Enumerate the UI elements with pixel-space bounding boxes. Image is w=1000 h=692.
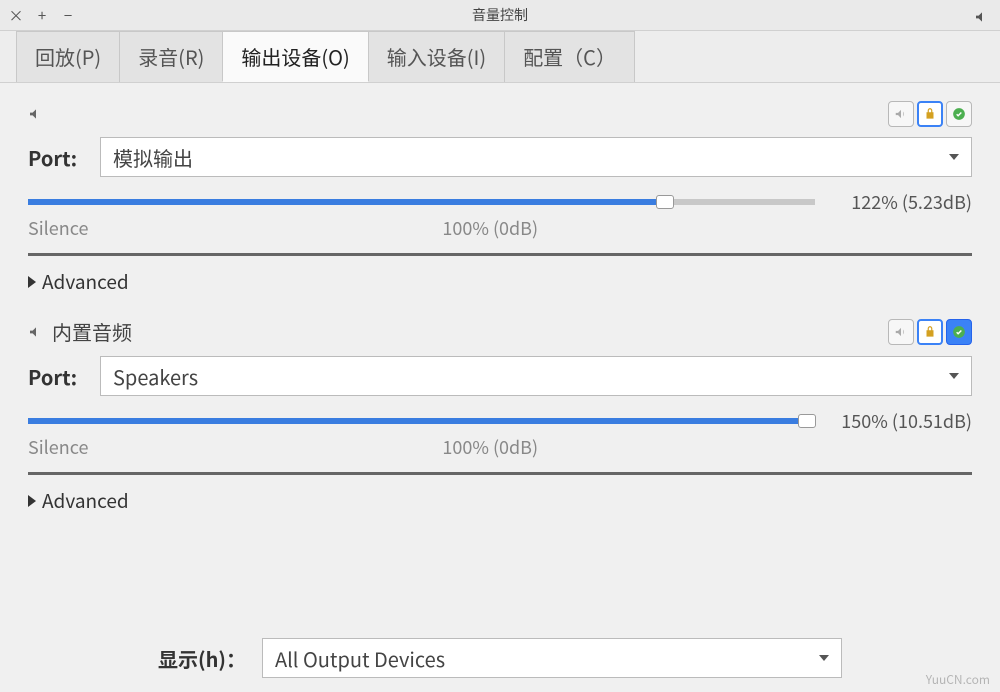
advanced-toggle[interactable]: Advanced <box>28 266 972 297</box>
volume-value-label: 122% (5.23dB) <box>827 189 972 215</box>
tab-configuration[interactable]: 配置（C） <box>504 31 635 82</box>
watermark: YuuCN.com <box>926 671 990 688</box>
divider <box>28 253 972 256</box>
device-title <box>28 106 52 122</box>
speaker-icon <box>28 106 44 122</box>
tab-bar: 回放(P) 录音(R) 输出设备(O) 输入设备(I) 配置（C） <box>0 30 1000 83</box>
scale-100-label: 100% (0dB) <box>442 215 538 241</box>
tab-output-devices[interactable]: 输出设备(O) <box>222 31 368 82</box>
port-select[interactable]: 模拟输出 <box>100 137 972 177</box>
window-title: 音量控制 <box>472 5 528 25</box>
port-select[interactable]: Speakers <box>100 356 972 396</box>
window-maximize-button[interactable]: + <box>34 7 50 23</box>
lock-channels-button[interactable] <box>917 101 943 127</box>
advanced-toggle[interactable]: Advanced <box>28 485 972 516</box>
port-label: Port: <box>28 362 88 391</box>
divider <box>28 472 972 475</box>
volume-value-label: 150% (10.51dB) <box>827 408 972 434</box>
port-value: Speakers <box>113 362 198 391</box>
chevron-down-icon <box>949 154 959 160</box>
chevron-down-icon <box>949 373 959 379</box>
slider-thumb[interactable] <box>798 414 816 428</box>
check-circle-icon <box>952 325 966 339</box>
set-default-button[interactable] <box>946 101 972 127</box>
device-name-label: 内置音频 <box>52 317 132 346</box>
expand-icon <box>28 495 36 507</box>
window-titlebar: × + − 音量控制 <box>0 0 1000 30</box>
footer-bar: 显示(h)： All Output Devices <box>0 638 1000 678</box>
output-device: 内置音频 Port: Speakers <box>28 317 972 516</box>
slider-thumb[interactable] <box>656 195 674 209</box>
lock-channels-button[interactable] <box>917 319 943 345</box>
port-label: Port: <box>28 143 88 172</box>
volume-slider[interactable] <box>28 199 815 205</box>
expand-icon <box>28 276 36 288</box>
window-close-button[interactable]: × <box>8 7 24 23</box>
volume-icon <box>894 325 908 339</box>
advanced-label: Advanced <box>42 487 129 514</box>
scale-silence-label: Silence <box>28 434 88 460</box>
device-title: 内置音频 <box>28 317 132 346</box>
mute-button[interactable] <box>888 101 914 127</box>
scale-100-label: 100% (0dB) <box>442 434 538 460</box>
tab-recording[interactable]: 录音(R) <box>119 31 223 82</box>
volume-icon <box>894 107 908 121</box>
device-list: Port: 模拟输出 122% (5.23dB) Silence 100% (0… <box>0 83 1000 546</box>
tray-icon <box>974 6 990 30</box>
lock-icon <box>923 107 937 121</box>
set-default-button[interactable] <box>946 319 972 345</box>
output-device: Port: 模拟输出 122% (5.23dB) Silence 100% (0… <box>28 101 972 297</box>
port-value: 模拟输出 <box>113 143 193 172</box>
chevron-down-icon <box>819 655 829 661</box>
show-label: 显示(h)： <box>158 644 246 673</box>
show-select[interactable]: All Output Devices <box>262 638 842 678</box>
speaker-icon <box>28 324 44 340</box>
window-minimize-button[interactable]: − <box>60 7 76 23</box>
advanced-label: Advanced <box>42 268 129 295</box>
mute-button[interactable] <box>888 319 914 345</box>
volume-slider[interactable] <box>28 418 815 424</box>
tab-input-devices[interactable]: 输入设备(I) <box>368 31 505 82</box>
check-circle-icon <box>952 107 966 121</box>
show-value: All Output Devices <box>275 644 445 673</box>
scale-silence-label: Silence <box>28 215 88 241</box>
tab-playback[interactable]: 回放(P) <box>16 31 120 82</box>
lock-icon <box>923 325 937 339</box>
